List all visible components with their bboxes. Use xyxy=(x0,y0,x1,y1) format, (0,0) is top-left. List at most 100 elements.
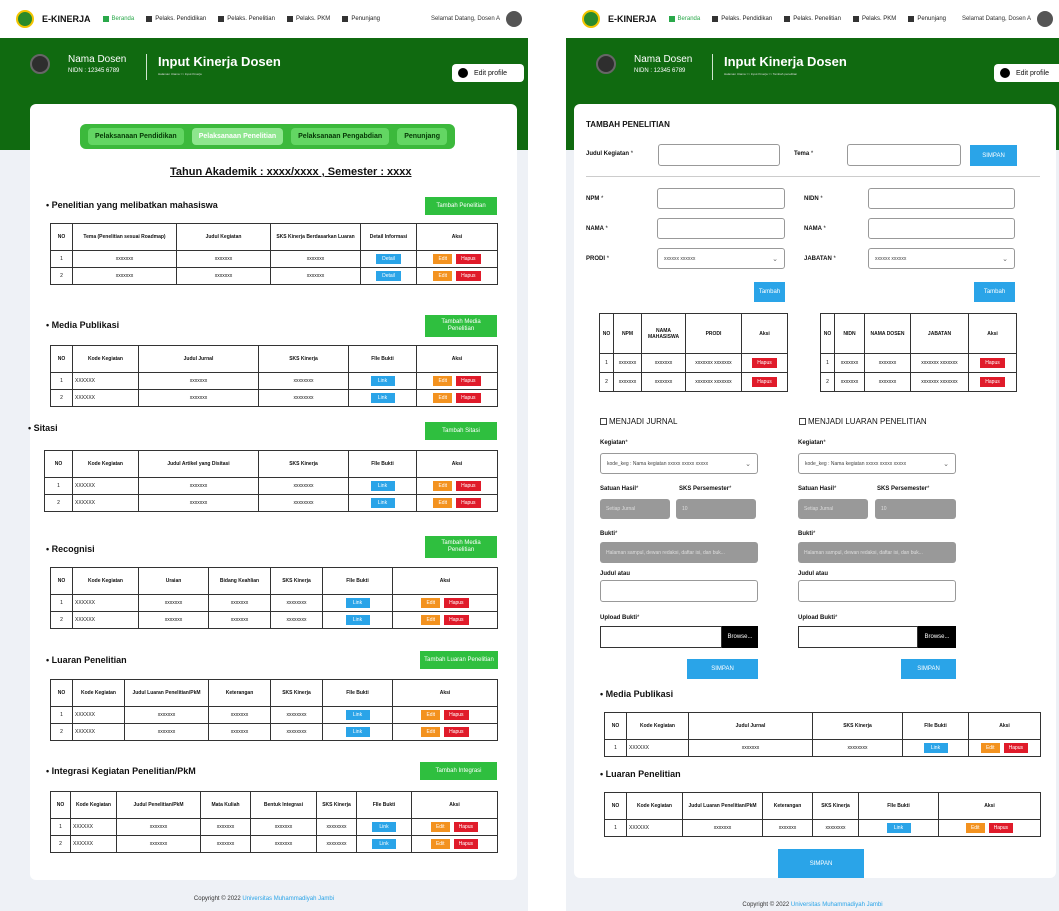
link-button[interactable]: Link xyxy=(923,743,948,753)
edit-profile-button[interactable]: Edit profile xyxy=(994,64,1059,82)
simpan-judul-button[interactable]: SIMPAN xyxy=(970,145,1017,166)
nav-penunjang[interactable]: Penunjang xyxy=(908,16,946,22)
detail-button[interactable]: Detail xyxy=(376,254,401,264)
hapus-button[interactable]: Hapus xyxy=(444,615,469,625)
tambah-media-button[interactable]: Tambah Media Penelitian xyxy=(425,315,497,337)
tab-pelaksanaan-penelitian[interactable]: Pelaksanaan Penelitian xyxy=(191,128,284,145)
judul-luaran-input[interactable] xyxy=(798,580,956,602)
simpan-luaran-button[interactable]: SIMPAN xyxy=(901,659,956,679)
link-button[interactable]: Link xyxy=(345,598,370,608)
menjadi-jurnal-checkbox[interactable]: MENJADI JURNAL xyxy=(600,417,677,426)
link-button[interactable]: Link xyxy=(372,822,396,832)
nav-beranda[interactable]: Beranda xyxy=(668,16,700,22)
jabatan-select[interactable]: xxxxxx xxxxxx ⌄ xyxy=(868,248,1015,269)
edit-button[interactable]: Edit xyxy=(433,254,453,264)
hapus-button[interactable]: Hapus xyxy=(456,376,481,386)
user-avatar[interactable] xyxy=(1037,11,1053,27)
tab-pelaksanaan-pendidikan[interactable]: Pelaksanaan Pendidikan xyxy=(88,128,184,145)
tema-input[interactable] xyxy=(847,144,961,166)
hapus-button[interactable]: Hapus xyxy=(752,358,777,368)
upload-bukti-jurnal-input[interactable] xyxy=(600,626,722,648)
cell-nidn: xxxxxxx xyxy=(834,353,865,373)
judul-kegiatan-input[interactable] xyxy=(658,144,780,166)
link-button[interactable]: Link xyxy=(372,839,396,849)
user-avatar[interactable] xyxy=(506,11,522,27)
nama-dosen-input[interactable] xyxy=(868,218,1015,239)
edit-button[interactable]: Edit xyxy=(433,271,453,281)
edit-button[interactable]: Edit xyxy=(421,598,441,608)
hapus-button[interactable]: Hapus xyxy=(456,254,481,264)
nav-pelaks-pkm[interactable]: Pelaks. PKM xyxy=(286,16,330,22)
nama-mahasiswa-input[interactable] xyxy=(657,218,785,239)
tambah-integrasi-button[interactable]: Tambah Integrasi xyxy=(420,762,497,780)
cell-no: 2 xyxy=(50,267,73,285)
tambah-dosen-button[interactable]: Tambah xyxy=(974,282,1015,302)
simpan-jurnal-button[interactable]: SIMPAN xyxy=(687,659,758,679)
menjadi-luaran-checkbox[interactable]: MENJADI LUARAN PENELITIAN xyxy=(799,417,927,426)
tambah-luaran-button[interactable]: Tambah Luaran Penelitian xyxy=(420,651,498,669)
hapus-button[interactable]: Hapus xyxy=(456,393,481,403)
edit-button[interactable]: Edit xyxy=(430,839,450,849)
browse-jurnal-button[interactable]: Browse... xyxy=(722,626,758,648)
nav-pelaks-pkm[interactable]: Pelaks. PKM xyxy=(852,16,896,22)
nav-beranda[interactable]: Beranda xyxy=(102,16,134,22)
hapus-button[interactable]: Hapus xyxy=(453,822,479,832)
nidn-input[interactable] xyxy=(868,188,1015,209)
nav-pelaks-pendidikan[interactable]: Pelaks. Pendidikan xyxy=(146,16,206,22)
tambah-penelitian-button[interactable]: Tambah Penelitian xyxy=(425,197,497,215)
tambah-sitasi-button[interactable]: Tambah Sitasi xyxy=(425,422,497,440)
prodi-select[interactable]: xxxxxx xxxxxx ⌄ xyxy=(657,248,785,269)
footer-university-link[interactable]: Universitas Muhammadiyah Jambi xyxy=(242,896,334,902)
upload-bukti-luaran-input[interactable] xyxy=(798,626,918,648)
link-button[interactable]: Link xyxy=(370,498,395,508)
hapus-button[interactable]: Hapus xyxy=(444,727,469,737)
link-button[interactable]: Link xyxy=(345,615,370,625)
judul-jurnal-input[interactable] xyxy=(600,580,758,602)
link-button[interactable]: Link xyxy=(370,393,395,403)
edit-button[interactable]: Edit xyxy=(421,615,441,625)
hapus-button[interactable]: Hapus xyxy=(444,598,469,608)
edit-button[interactable]: Edit xyxy=(433,498,453,508)
nav-pelaks-penelitian[interactable]: Pelaks. Penelitian xyxy=(218,16,275,22)
link-button[interactable]: Link xyxy=(370,481,395,491)
hapus-button[interactable]: Hapus xyxy=(752,377,777,387)
nav-pelaks-penelitian[interactable]: Pelaks. Penelitian xyxy=(784,16,841,22)
hapus-button[interactable]: Hapus xyxy=(444,710,469,720)
edit-button[interactable]: Edit xyxy=(433,393,453,403)
detail-button[interactable]: Detail xyxy=(376,271,401,281)
simpan-final-button[interactable]: SIMPAN xyxy=(778,849,864,878)
tab-pelaksanaan-pengabdian[interactable]: Pelaksanaan Pengabdian xyxy=(291,128,390,145)
hapus-button[interactable]: Hapus xyxy=(456,498,481,508)
tambah-mahasiswa-button[interactable]: Tambah xyxy=(754,282,785,302)
edit-profile-button[interactable]: Edit profile xyxy=(452,64,524,82)
edit-button[interactable]: Edit xyxy=(421,727,441,737)
hapus-button[interactable]: Hapus xyxy=(988,823,1014,833)
npm-input[interactable] xyxy=(657,188,785,209)
link-button[interactable]: Link xyxy=(345,727,370,737)
link-button[interactable]: Link xyxy=(345,710,370,720)
kegiatan-jurnal-select[interactable]: kode_keg : Nama kegiatan xxxxx xxxxx xxx… xyxy=(600,453,758,474)
link-button[interactable]: Link xyxy=(370,376,395,386)
kegiatan-luaran-select[interactable]: kode_keg : Nama kegiatan xxxxx xxxxx xxx… xyxy=(798,453,956,474)
edit-button[interactable]: Edit xyxy=(965,823,985,833)
browse-luaran-button[interactable]: Browse... xyxy=(918,626,956,648)
edit-button[interactable]: Edit xyxy=(430,822,450,832)
edit-button[interactable]: Edit xyxy=(421,710,441,720)
edit-button[interactable]: Edit xyxy=(433,481,453,491)
hapus-button[interactable]: Hapus xyxy=(980,358,1005,368)
column-header: Judul Luaran Penelitian/PkM xyxy=(682,792,763,820)
edit-button[interactable]: Edit xyxy=(980,743,1000,753)
hapus-button[interactable]: Hapus xyxy=(453,839,479,849)
hapus-button[interactable]: Hapus xyxy=(456,481,481,491)
column-header: FIle Bukti xyxy=(322,679,393,707)
edit-button[interactable]: Edit xyxy=(433,376,453,386)
tab-penunjang[interactable]: Penunjang xyxy=(397,128,447,145)
hapus-button[interactable]: Hapus xyxy=(980,377,1005,387)
tambah-recognisi-button[interactable]: Tambah Media Penelitian xyxy=(425,536,497,558)
hapus-button[interactable]: Hapus xyxy=(1003,743,1029,753)
footer-university-link[interactable]: Universitas Muhammadiyah Jambi xyxy=(791,902,883,908)
link-button[interactable]: Link xyxy=(886,823,911,833)
hapus-button[interactable]: Hapus xyxy=(456,271,481,281)
nav-pelaks-pendidikan[interactable]: Pelaks. Pendidikan xyxy=(712,16,772,22)
nav-penunjang[interactable]: Penunjang xyxy=(342,16,380,22)
